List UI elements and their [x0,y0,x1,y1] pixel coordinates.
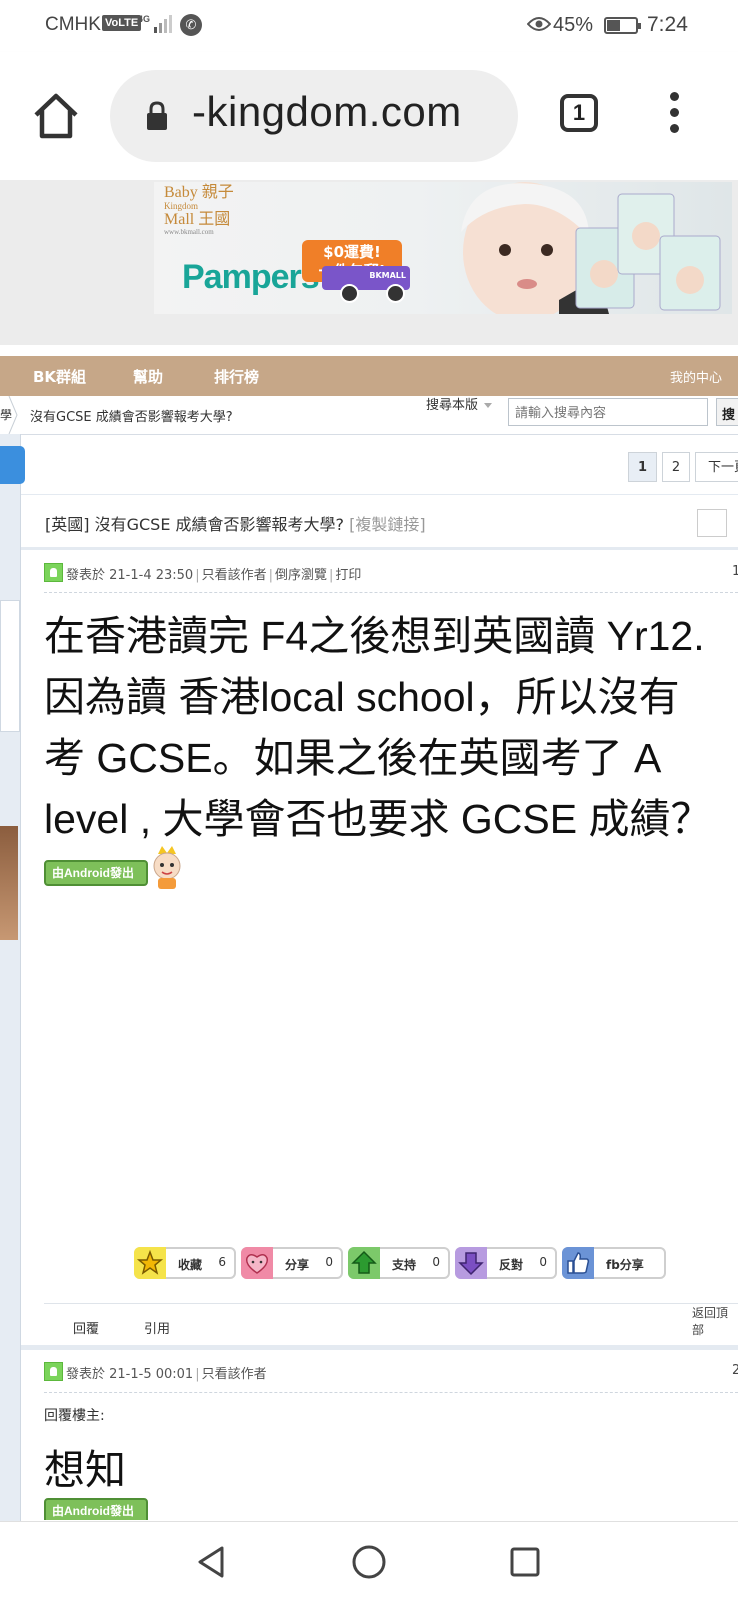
copy-link[interactable]: [複製鏈接] [349,515,426,534]
star-icon [134,1247,166,1279]
signal-icon: 4G [138,14,172,33]
share-button[interactable]: 分享 0 [241,1247,343,1279]
reverse-order-link[interactable]: 倒序瀏覽 [275,568,327,583]
chevron-right-icon [8,396,18,434]
home-icon[interactable] [30,90,82,142]
delivery-truck-graphic: $0運費! 一件包郵! BKMALL [282,240,422,304]
post-date: 發表於 21-1-4 23:50 [66,568,194,583]
new-post-button[interactable] [0,446,25,484]
svg-text:4G: 4G [138,14,150,24]
topic-header: [英國] 沒有GCSE 成績會否影響報考大學? [複製鏈接] [21,494,738,550]
only-author-link[interactable]: 只看該作者 [202,568,267,583]
page-1-button[interactable]: 1 [628,452,657,482]
mascot-icon [153,846,181,889]
search-button[interactable]: 搜 [716,398,738,426]
reply-to-label: 回覆樓主: [44,1408,105,1424]
nav-help[interactable]: 幫助 [133,366,163,387]
volte-badge: VoLTE [102,15,142,31]
post-date: 發表於 21-1-5 00:01 [66,1367,194,1382]
quote-button[interactable]: 引用 [144,1318,170,1337]
print-link[interactable]: 打印 [335,568,361,583]
post-body: 想知 [44,1447,126,1493]
favorite-button[interactable]: 收藏 6 [134,1247,236,1279]
post-meta: 發表於 21-1-4 23:50 | 只看該作者 | 倒序瀏覽 | 打印 [66,568,362,583]
reply-button[interactable]: 回覆 [73,1318,99,1337]
truck-label: BKMALL [369,271,406,280]
breadcrumb: 學 沒有GCSE 成績會否影響報考大學? 搜尋本版 搜 [0,396,738,435]
nav-my-center[interactable]: 我的中心 [670,367,722,386]
title-action-box[interactable] [697,509,727,537]
post-separator [21,1345,738,1350]
bkmall-logo: Baby 親子 Kingdom Mall 王國 www.bkmall.com [164,184,234,236]
search-input[interactable] [508,398,708,426]
heart-face-icon [241,1247,273,1279]
android-badge: 由Android發出 [44,846,181,889]
ad-banner[interactable]: Baby 親子 Kingdom Mall 王國 www.bkmall.com P… [154,182,732,314]
floor-number: 1 [732,564,738,579]
user-icon [44,563,63,582]
post-meta: 發表於 21-1-5 00:01 | 只看該作者 [66,1367,267,1382]
tab-switcher-button[interactable]: 1 [560,94,598,132]
nav-ranking[interactable]: 排行榜 [214,366,259,387]
support-button[interactable]: 支持 0 [348,1247,450,1279]
divider [44,1392,738,1393]
address-bar[interactable]: -kingdom.com [110,70,518,162]
search-scope-select[interactable]: 搜尋本版 [426,394,493,413]
back-to-top-link[interactable]: 返回頂部 [692,1304,738,1338]
sidebar-image [0,826,18,940]
floor-number: 2 [732,1363,738,1378]
browser-toolbar: -kingdom.com 1 [0,52,738,180]
url-text: -kingdom.com [192,88,462,135]
only-author-link[interactable]: 只看該作者 [202,1367,267,1382]
thumbs-up-icon [562,1247,594,1279]
call-icon: ✆ [180,14,202,36]
status-bar: CMHK VoLTE 4G ✆ 45% 7:24 [0,0,738,52]
page-title: [英國] 沒有GCSE 成績會否影響報考大學? [複製鏈接] [45,515,426,534]
battery-icon [604,17,641,34]
forum-nav-bar: BK群組 幫助 排行榜 我的中心 [0,356,738,396]
next-page-button[interactable]: 下一頁 [695,452,738,482]
recents-icon[interactable] [509,1546,541,1578]
user-icon [44,1362,63,1381]
clock: 7:24 [647,13,688,36]
system-nav-bar [0,1521,738,1601]
post-body: 在香港讀完 F4之後想到英國讀 Yr12. 因為讀 香港local school… [44,613,712,842]
diaper-packs [575,193,721,311]
lock-icon [147,101,167,130]
breadcrumb-current[interactable]: 沒有GCSE 成績會否影響報考大學? [30,406,233,425]
down-arrow-icon [455,1247,487,1279]
carrier-label: CMHK [45,14,101,35]
home-circle-icon[interactable] [351,1544,387,1580]
nav-bk-group[interactable]: BK群組 [33,366,86,387]
eye-comfort-icon [527,17,551,31]
oppose-button[interactable]: 反對 0 [455,1247,557,1279]
battery-percent: 45% [553,14,594,36]
back-icon[interactable] [194,1544,228,1580]
overflow-menu-icon[interactable] [664,92,684,138]
up-arrow-icon [348,1247,380,1279]
page-2-button[interactable]: 2 [662,452,690,482]
divider [44,592,738,593]
left-sidebar-edge [0,434,21,1524]
sidebar-card [0,600,20,732]
android-badge: 由Android發出 [44,1494,158,1520]
fb-share-button[interactable]: fb分享 [562,1247,666,1279]
divider [44,1303,738,1304]
ad-area: Baby 親子 Kingdom Mall 王國 www.bkmall.com P… [0,180,738,345]
